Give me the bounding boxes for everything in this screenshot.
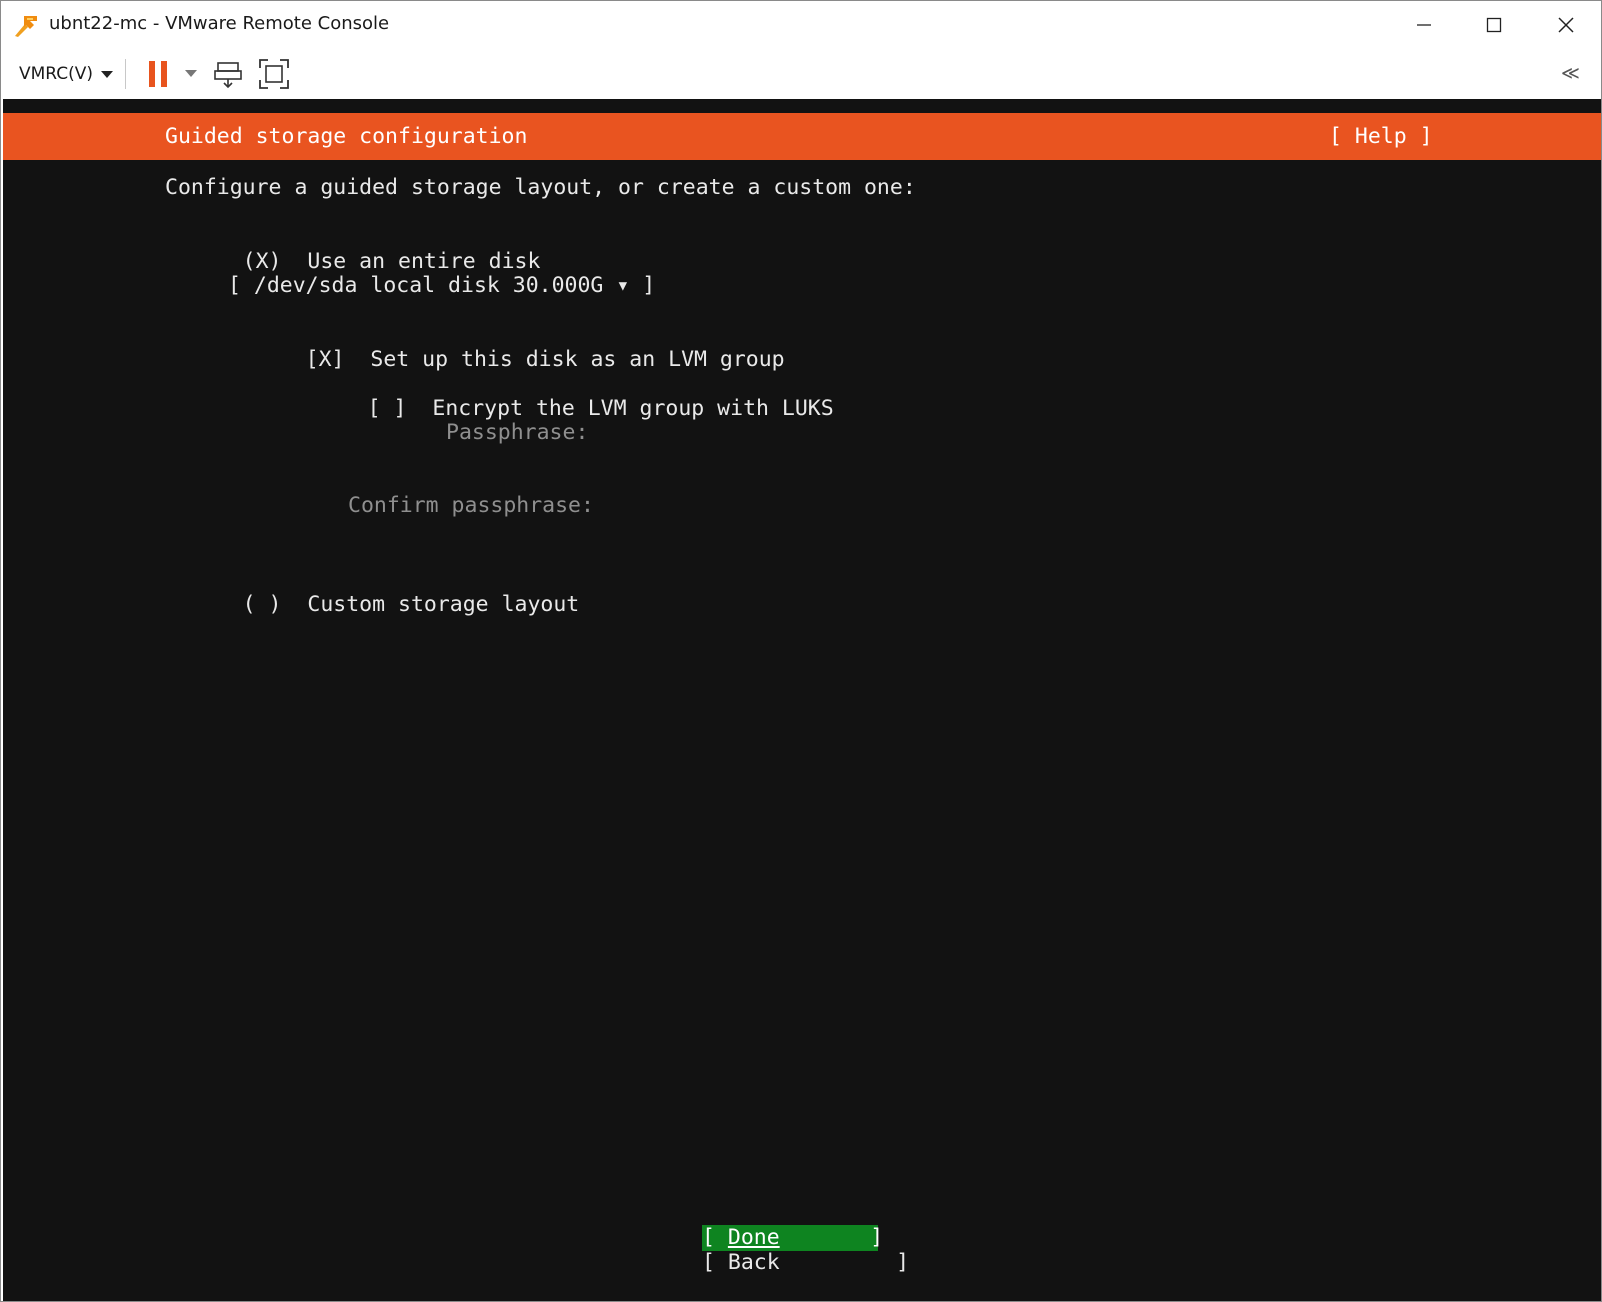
title-bar: ubnt22-mc - VMware Remote Console bbox=[1, 1, 1601, 49]
entire-disk-label: Use an entire disk bbox=[307, 249, 541, 274]
custom-layout-radio[interactable]: ( ) bbox=[243, 592, 282, 617]
power-options-chevron-icon[interactable] bbox=[185, 70, 197, 77]
send-ctrl-alt-del-icon[interactable] bbox=[214, 59, 242, 89]
vmrc-window: ubnt22-mc - VMware Remote Console VMRC(V… bbox=[0, 0, 1602, 1302]
lvm-group-label: Set up this disk as an LVM group bbox=[370, 347, 785, 372]
vmrc-menu-label: VMRC(V) bbox=[19, 64, 94, 84]
passphrase-label: Passphrase: bbox=[446, 420, 589, 445]
close-button[interactable] bbox=[1531, 1, 1601, 49]
encrypt-luks-checkbox[interactable]: [ ] bbox=[368, 396, 407, 421]
pause-icon[interactable] bbox=[149, 61, 171, 87]
encrypt-luks-label: Encrypt the LVM group with LUKS bbox=[432, 396, 834, 421]
intro-text: Configure a guided storage layout, or cr… bbox=[165, 175, 916, 200]
installer-header: Guided storage configuration [ Help ] bbox=[3, 113, 1601, 160]
done-button[interactable]: [ Done ] bbox=[702, 1225, 883, 1251]
vm-console-screen[interactable]: Guided storage configuration [ Help ] Co… bbox=[3, 99, 1601, 1301]
maximize-icon bbox=[1486, 17, 1502, 33]
collapse-toolbar-icon[interactable]: ≪ bbox=[1561, 63, 1580, 84]
chevron-down-icon bbox=[101, 70, 114, 78]
minimize-icon bbox=[1417, 24, 1431, 26]
toolbar-divider bbox=[125, 59, 126, 89]
lvm-group-checkbox[interactable]: [X] bbox=[306, 347, 345, 372]
custom-layout-option[interactable]: ( ) Custom storage layout bbox=[165, 567, 580, 642]
minimize-button[interactable] bbox=[1389, 1, 1459, 49]
fullscreen-icon[interactable] bbox=[259, 59, 289, 89]
page-title: Guided storage configuration bbox=[165, 124, 528, 149]
entire-disk-radio[interactable]: (X) bbox=[243, 249, 282, 274]
disk-select-dropdown[interactable]: [ /dev/sda local disk 30.000G ▾ ] bbox=[228, 273, 655, 298]
maximize-button[interactable] bbox=[1459, 1, 1529, 49]
vmrc-app-icon bbox=[15, 16, 37, 37]
close-icon bbox=[1558, 17, 1574, 33]
toolbar: VMRC(V) ≪ bbox=[1, 49, 1601, 99]
back-button[interactable]: [ Back ] bbox=[702, 1250, 909, 1276]
confirm-passphrase-label: Confirm passphrase: bbox=[348, 493, 594, 518]
help-button[interactable]: [ Help ] bbox=[1329, 124, 1433, 149]
custom-layout-label: Custom storage layout bbox=[307, 592, 580, 617]
vmrc-menu-button[interactable]: VMRC(V) bbox=[19, 62, 114, 86]
done-button-label: Done bbox=[727, 1225, 780, 1250]
window-title: ubnt22-mc - VMware Remote Console bbox=[49, 13, 390, 34]
